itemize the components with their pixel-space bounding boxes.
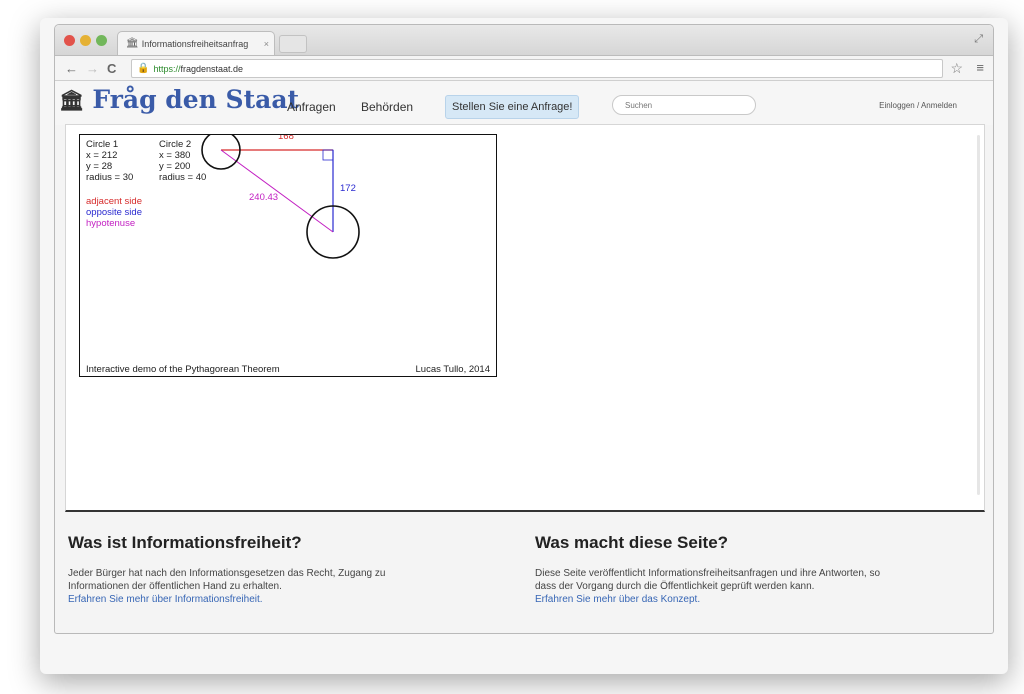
- lock-icon: 🔒: [137, 63, 150, 74]
- address-bar[interactable]: 🔒 https:// fragdenstaat.de: [131, 59, 943, 78]
- pythagorean-demo-canvas[interactable]: Circle 1 x = 212 y = 28 radius = 30 Circ…: [79, 134, 497, 377]
- heading-was-macht: Was macht diese Seite?: [535, 533, 729, 552]
- menu-icon[interactable]: ≡: [976, 60, 984, 75]
- logo-text: Fråg den Staat: [92, 85, 300, 114]
- circle1-radius: radius = 30: [86, 172, 133, 183]
- right-angle-marker: [322, 149, 334, 161]
- search-input[interactable]: [612, 95, 756, 115]
- legend-opposite: opposite side: [86, 207, 142, 218]
- circle2-radius: radius = 40: [159, 172, 206, 183]
- circle1-y: y = 28: [86, 161, 112, 172]
- learn-more-freedom-link[interactable]: Erfahren Sie mehr über Informationsfreih…: [68, 593, 508, 606]
- favicon-icon: 🏛: [126, 38, 139, 49]
- nav-behoerden[interactable]: Behörden: [361, 100, 413, 114]
- info-column-purpose: Was macht diese Seite? Diese Seite veröf…: [535, 533, 975, 606]
- demo-author: Lucas Tullo, 2014: [416, 364, 490, 375]
- content-scrollbar[interactable]: [977, 135, 980, 495]
- window-controls: [64, 35, 107, 46]
- maximize-window-button[interactable]: [96, 35, 107, 46]
- text-line: Informationen der öffentlichen Hand zu e…: [68, 581, 282, 592]
- hypotenuse-length-label: 240.43: [249, 192, 278, 203]
- tab-title: Informationsfreiheitsanfrag: [141, 38, 249, 49]
- site-header: 🏛 Fråg den Staat Anfragen Behörden Stell…: [55, 81, 993, 125]
- hypotenuse-line: [220, 149, 334, 233]
- tab-strip: 🏛 Informationsfreiheitsanfrag × ⤢: [55, 25, 993, 56]
- back-icon[interactable]: ←: [65, 61, 78, 76]
- circle1-title: Circle 1: [86, 139, 118, 150]
- demo-caption: Interactive demo of the Pythagorean Theo…: [86, 364, 280, 375]
- legend-adjacent: adjacent side: [86, 196, 142, 207]
- url-scheme: https://: [153, 63, 181, 74]
- reload-icon[interactable]: C: [107, 61, 116, 76]
- circle2-x: x = 380: [159, 150, 190, 161]
- legend-hypotenuse: hypotenuse: [86, 218, 135, 229]
- opposite-length-label: 172: [340, 183, 356, 194]
- new-tab-button[interactable]: [279, 35, 307, 53]
- tab-close-icon[interactable]: ×: [264, 39, 269, 49]
- text-line: Jeder Bürger hat nach den Informationsge…: [68, 568, 386, 579]
- browser-tab[interactable]: 🏛 Informationsfreiheitsanfrag ×: [117, 31, 275, 55]
- building-icon: 🏛: [59, 87, 85, 112]
- circle1-x: x = 212: [86, 150, 117, 161]
- forward-icon[interactable]: →: [86, 61, 99, 76]
- circle2-title: Circle 2: [159, 139, 191, 150]
- adjacent-length-label: 168: [278, 135, 294, 142]
- nav-anfragen[interactable]: Anfragen: [287, 100, 336, 114]
- text-line: dass der Vorgang durch die Öffentlichkei…: [535, 581, 815, 592]
- circle2-y: y = 200: [159, 161, 190, 172]
- fullscreen-icon[interactable]: ⤢: [974, 33, 983, 46]
- browser-window: 🏛 Informationsfreiheitsanfrag × ⤢ ← → C …: [54, 24, 994, 634]
- heading-informationsfreiheit: Was ist Informationsfreiheit?: [68, 533, 302, 552]
- minimize-window-button[interactable]: [80, 35, 91, 46]
- main-content: Circle 1 x = 212 y = 28 radius = 30 Circ…: [65, 124, 985, 512]
- text-line: Diese Seite veröffentlicht Informationsf…: [535, 568, 881, 579]
- login-link[interactable]: Einloggen / Anmelden: [879, 101, 957, 110]
- close-window-button[interactable]: [64, 35, 75, 46]
- circle-1[interactable]: [201, 135, 241, 170]
- site-logo[interactable]: 🏛 Fråg den Staat: [59, 85, 299, 114]
- info-column-freedom: Was ist Informationsfreiheit? Jeder Bürg…: [68, 533, 508, 606]
- new-request-button[interactable]: Stellen Sie eine Anfrage!: [445, 95, 580, 119]
- browser-toolbar: ← → C 🔒 https:// fragdenstaat.de ☆ ≡: [55, 56, 993, 81]
- bookmark-star-icon[interactable]: ☆: [950, 60, 963, 77]
- learn-more-concept-link[interactable]: Erfahren Sie mehr über das Konzept.: [535, 593, 975, 606]
- url-host: fragdenstaat.de: [180, 63, 244, 74]
